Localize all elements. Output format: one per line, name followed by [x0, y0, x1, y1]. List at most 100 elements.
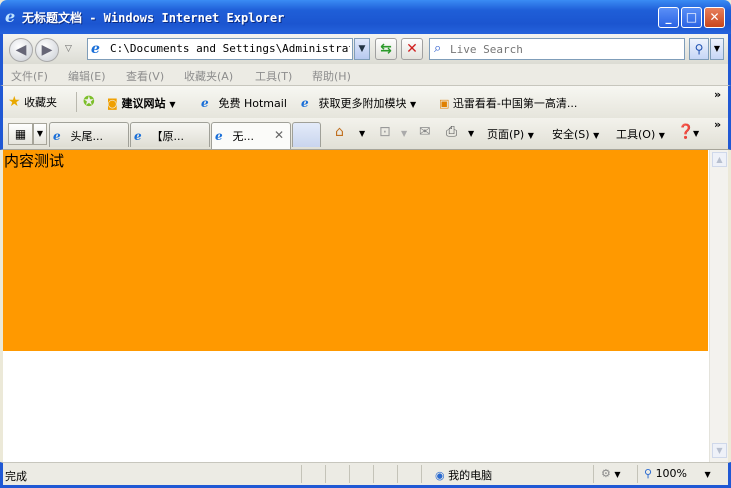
live-search-icon: ⌕ [434, 41, 442, 56]
ie-logo-icon: e [5, 7, 16, 26]
zone-label: 我的电脑 [448, 469, 493, 482]
search-box[interactable]: ⌕ [429, 38, 685, 60]
maximize-button[interactable]: □ [681, 7, 702, 28]
suggested-sites-icon: ◙ [107, 97, 118, 110]
scroll-up-arrow-icon[interactable]: ▲ [712, 152, 727, 167]
status-divider [593, 465, 594, 483]
safety-menu[interactable]: 安全(S) ▼ [552, 126, 599, 142]
tools-menu[interactable]: 工具(O) ▼ [616, 126, 665, 142]
search-input[interactable] [450, 42, 680, 57]
menu-file[interactable]: 文件(F) [11, 68, 48, 84]
ie-page-icon: e [301, 96, 309, 110]
menu-favorites[interactable]: 收藏夹(A) [184, 68, 233, 84]
fav-suggested-sites[interactable]: ◙ 建议网站 ▼ [107, 95, 176, 111]
magnifier-icon: ⚲ [694, 42, 704, 56]
fav-label: 建议网站 [121, 97, 166, 110]
print-dropdown[interactable]: ▼ [468, 126, 474, 139]
favorites-bar: ★ 收藏夹 ✪ ◙ 建议网站 ▼ e 免费 Hotmail e 获取更多附加模块… [0, 86, 731, 118]
separator [76, 92, 77, 112]
tab-active[interactable]: e 无... ✕ [211, 122, 291, 149]
address-dropdown-button[interactable]: ▼ [354, 38, 370, 60]
chevron-down-icon: ▼ [359, 129, 366, 138]
scroll-down-arrow-icon[interactable]: ▼ [712, 443, 727, 458]
chevron-down-icon: ▼ [410, 100, 417, 109]
menu-help[interactable]: 帮助(H) [312, 68, 351, 84]
print-icon[interactable]: ⎙ [446, 124, 457, 140]
fav-addons[interactable]: e 获取更多附加模块 ▼ [301, 95, 416, 111]
ie-page-icon: e [215, 129, 223, 143]
page-content: 内容测试 [3, 150, 709, 462]
recent-pages-dropdown[interactable]: ▽ [65, 44, 72, 54]
home-icon[interactable]: ⌂ [335, 124, 344, 140]
tab-label: 无... [232, 130, 255, 143]
feeds-icon[interactable]: ⊡ [379, 124, 391, 140]
tab-2[interactable]: e 【原... [130, 122, 210, 147]
fav-label: 迅雷看看-中国第一高清... [452, 97, 578, 110]
more-commands-chevron-icon[interactable]: » [714, 118, 721, 131]
quick-tabs-button[interactable]: ▦ [8, 123, 33, 145]
fav-xunlei[interactable]: ▣ 迅雷看看-中国第一高清... [439, 95, 577, 111]
search-button[interactable]: ⚲ [689, 38, 709, 60]
favorites-label: 收藏夹 [24, 96, 58, 109]
minimize-button[interactable]: _ [658, 7, 679, 28]
fav-label: 获取更多附加模块 [318, 97, 407, 110]
chevron-down-icon: ▼ [704, 470, 711, 479]
forward-button[interactable]: ▶ [35, 38, 59, 62]
help-dropdown[interactable]: ▼ [693, 126, 699, 139]
ie-page-icon: e [134, 129, 142, 143]
stop-icon: ✕ [406, 41, 418, 57]
xunlei-icon: ▣ [439, 97, 450, 110]
new-tab-button[interactable] [292, 122, 321, 147]
address-value[interactable]: C:\Documents and Settings\Administrator. [110, 42, 350, 55]
close-tab-icon[interactable]: ✕ [274, 128, 284, 142]
ie-page-icon: e [53, 129, 61, 143]
status-divider [373, 465, 374, 483]
page-menu[interactable]: 页面(P) ▼ [487, 126, 534, 142]
tools-menu-label: 工具(O) [616, 128, 656, 141]
menu-tools[interactable]: 工具(T) [255, 68, 292, 84]
page-menu-label: 页面(P) [487, 128, 525, 141]
my-computer-icon: ◉ [435, 469, 445, 482]
stop-button[interactable]: ✕ [401, 38, 423, 60]
safety-menu-label: 安全(S) [552, 128, 590, 141]
menu-view[interactable]: 查看(V) [126, 68, 164, 84]
content-text: 内容测试 [4, 152, 65, 170]
page-icon: e [91, 41, 100, 57]
refresh-icon: ⇆ [380, 41, 392, 57]
mail-icon[interactable]: ✉ [419, 124, 431, 140]
back-arrow-icon: ◀ [15, 42, 27, 58]
menu-edit[interactable]: 编辑(E) [68, 68, 106, 84]
status-divider [301, 465, 302, 483]
quick-tabs-grid-icon: ▦ [14, 127, 27, 141]
fav-label: 免费 Hotmail [218, 97, 287, 110]
favorites-star-icon: ★ [8, 94, 21, 110]
fav-hotmail[interactable]: e 免费 Hotmail [201, 95, 287, 111]
tab-label: 头尾... [70, 130, 104, 143]
security-zone[interactable]: ◉ 我的电脑 [435, 467, 492, 483]
more-favorites-chevron-icon[interactable]: » [714, 88, 721, 101]
search-options-dropdown[interactable]: ▼ [710, 38, 724, 60]
status-divider [397, 465, 398, 483]
refresh-button[interactable]: ⇆ [375, 38, 397, 60]
home-dropdown[interactable]: ▼ [359, 126, 365, 139]
zoom-control[interactable]: ⚲ 100% ▼ [644, 467, 711, 480]
tab-1[interactable]: e 头尾... [49, 122, 129, 147]
feeds-dropdown[interactable]: ▼ [401, 126, 407, 139]
zoom-magnifier-icon: ⚲ [644, 467, 653, 480]
close-button[interactable]: ✕ [704, 7, 725, 28]
tab-bar: ▦ ▼ e 头尾... e 【原... e 无... ✕ ⌂ ▼ ⊡ ▼ ✉ ⎙… [0, 118, 731, 150]
favorites-button[interactable]: ★ 收藏夹 [8, 94, 57, 110]
tab-list-dropdown[interactable]: ▼ [33, 123, 47, 145]
chevron-down-icon: ▼ [527, 131, 534, 140]
address-toolbar: ◀ ▶ ▽ e C:\Documents and Settings\Admini… [0, 34, 731, 64]
title-bar: e 无标题文档 - Windows Internet Explorer _ □ … [0, 0, 731, 34]
add-favorite-button[interactable]: ✪ [83, 94, 95, 110]
status-divider [421, 465, 422, 483]
popup-icon: ⚙ [601, 467, 611, 480]
help-icon[interactable]: ❓ [677, 124, 694, 140]
protected-mode-button[interactable]: ⚙ ▼ [601, 467, 621, 480]
address-field[interactable]: e C:\Documents and Settings\Administrato… [87, 38, 353, 60]
tab-label: 【原... [151, 130, 185, 143]
back-button[interactable]: ◀ [9, 38, 33, 62]
vertical-scrollbar[interactable]: ▲ ▼ [709, 150, 728, 462]
